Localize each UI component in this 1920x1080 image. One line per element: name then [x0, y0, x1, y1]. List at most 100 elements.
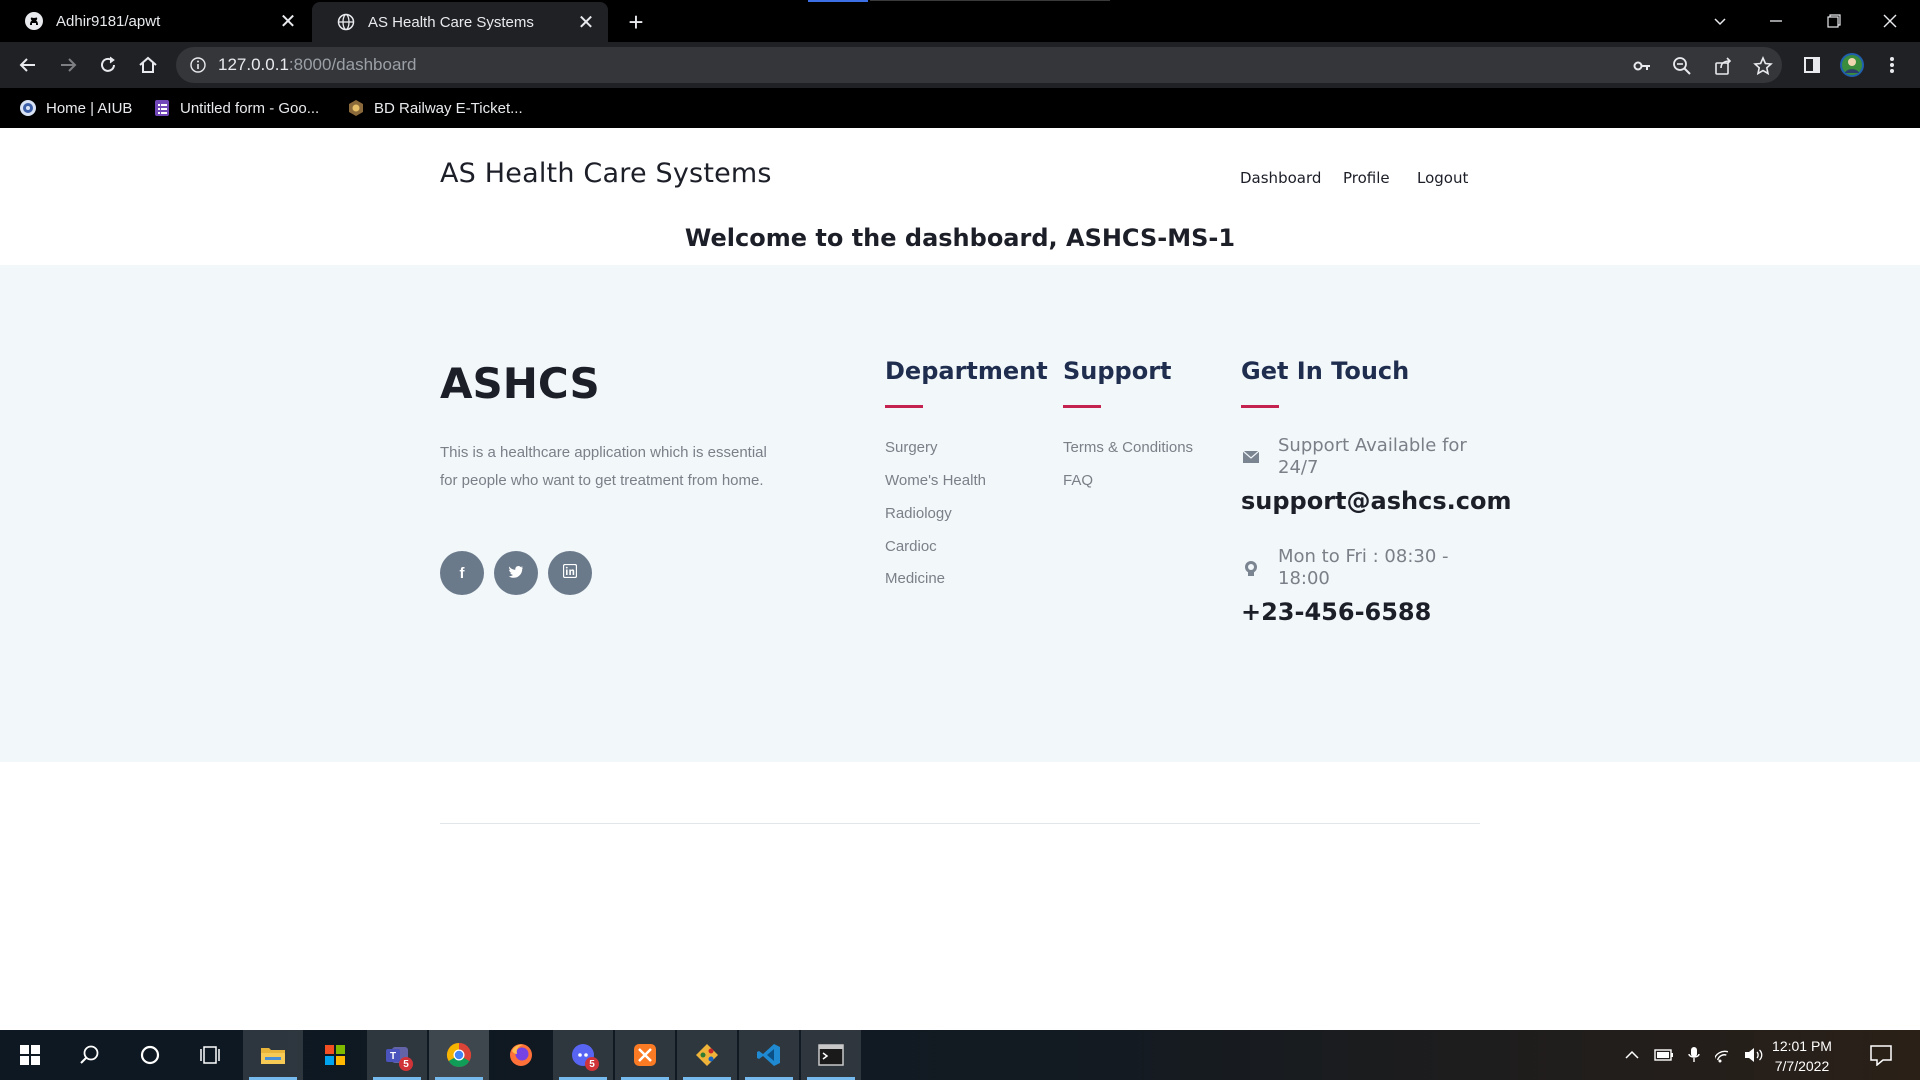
contact-title-underline [1241, 405, 1279, 408]
url-host: 127.0.0.1 [218, 55, 289, 74]
terminal-icon[interactable] [801, 1030, 861, 1080]
back-icon[interactable] [12, 49, 44, 81]
nav-dashboard[interactable]: Dashboard [1240, 169, 1321, 187]
support-phone[interactable]: +23-456-6588 [1241, 598, 1431, 626]
linkedin-button[interactable] [548, 551, 592, 595]
tab-title: Adhir9181/apwt [56, 12, 161, 30]
support-availability-text: Support Available for 24/7 [1278, 435, 1467, 478]
department-link-surgery[interactable]: Surgery [885, 439, 938, 456]
discord-icon[interactable]: 5 [553, 1030, 613, 1080]
site-footer: ASHCS This is a healthcare application w… [0, 265, 1920, 824]
file-explorer-icon[interactable] [243, 1030, 303, 1080]
close-icon[interactable]: ✕ [276, 9, 300, 33]
volume-icon[interactable] [1744, 1045, 1764, 1065]
battery-icon[interactable] [1654, 1045, 1674, 1065]
tab-loading-indicator [808, 0, 868, 2]
home-icon[interactable] [132, 49, 164, 81]
google-forms-icon [152, 98, 172, 118]
system-clock[interactable]: 12:01 PM 7/7/2022 [1762, 1036, 1842, 1076]
windows-taskbar: T 5 5 12:01 PM 7/7/2022 [0, 1030, 1920, 1080]
department-link-cardiac[interactable]: Cardioc [885, 538, 937, 555]
windows-icon [20, 1045, 40, 1065]
vscode-icon[interactable] [739, 1030, 799, 1080]
department-link-medicine[interactable]: Medicine [885, 570, 945, 587]
key-icon[interactable] [1631, 55, 1653, 77]
task-view-icon[interactable] [180, 1030, 240, 1080]
bookmark-label: Untitled form - Goo... [180, 99, 320, 117]
bookmarks-bar: Home | AIUB Untitled form - Goo... BD Ra… [0, 88, 1920, 128]
teams-badge: 5 [399, 1057, 413, 1071]
new-tab-button[interactable]: + [622, 7, 650, 37]
side-panel-icon[interactable] [1796, 49, 1828, 81]
minimize-icon[interactable] [1748, 0, 1804, 42]
chrome-icon[interactable] [429, 1030, 489, 1080]
support-link-terms[interactable]: Terms & Conditions [1063, 439, 1193, 456]
svg-text:T: T [390, 1051, 396, 1062]
bookmark-star-icon[interactable] [1752, 55, 1774, 77]
tab-search-icon[interactable] [1692, 0, 1748, 42]
git-gui-icon[interactable] [677, 1030, 737, 1080]
support-link-faq[interactable]: FAQ [1063, 472, 1093, 489]
browser-tab-strip: Adhir9181/apwt ✕ AS Health Care Systems … [0, 0, 1920, 42]
menu-kebab-icon[interactable] [1876, 49, 1908, 81]
teams-icon[interactable]: T 5 [367, 1030, 427, 1080]
share-icon[interactable] [1712, 55, 1734, 77]
notifications-icon[interactable] [1868, 1043, 1894, 1067]
department-title: Department [885, 357, 1048, 385]
github-icon [24, 11, 44, 31]
tab-title: AS Health Care Systems [368, 13, 534, 31]
url-text[interactable]: 127.0.0.1:8000/dashboard [218, 55, 417, 75]
profile-avatar[interactable] [1836, 49, 1868, 81]
search-icon[interactable] [60, 1030, 120, 1080]
chevron-up-icon[interactable] [1622, 1045, 1642, 1065]
firefox-icon[interactable] [491, 1030, 551, 1080]
twitter-button[interactable] [494, 551, 538, 595]
page-content: AS Health Care Systems Dashboard Profile… [0, 128, 1920, 1030]
footer-divider [440, 823, 1480, 824]
site-header: AS Health Care Systems Dashboard Profile… [0, 128, 1920, 265]
tab-as-health-care[interactable]: AS Health Care Systems ✕ [312, 2, 608, 42]
microphone-icon[interactable] [1684, 1045, 1704, 1065]
support-title-underline [1063, 405, 1101, 408]
bookmark-bd-railway[interactable]: BD Railway E-Ticket... [346, 96, 523, 120]
address-bar[interactable]: 127.0.0.1:8000/dashboard [176, 47, 1782, 83]
tab-github[interactable]: Adhir9181/apwt ✕ [0, 0, 310, 42]
discord-badge: 5 [585, 1057, 599, 1071]
department-link-womens-health[interactable]: Wome's Health [885, 472, 986, 489]
aiub-icon [18, 98, 38, 118]
department-link-radiology[interactable]: Radiology [885, 505, 952, 522]
bookmark-label: BD Railway E-Ticket... [374, 99, 523, 117]
facebook-icon: f [459, 564, 465, 582]
close-icon[interactable]: ✕ [574, 10, 598, 34]
clock-icon [1241, 558, 1261, 578]
twitter-icon [508, 565, 523, 582]
site-brand[interactable]: AS Health Care Systems [440, 158, 772, 189]
bookmark-home-aiub[interactable]: Home | AIUB [18, 96, 132, 120]
bookmark-untitled-form[interactable]: Untitled form - Goo... [152, 96, 319, 120]
support-email[interactable]: support@ashcs.com [1241, 487, 1511, 515]
footer-description: This is a healthcare application which i… [440, 444, 767, 489]
nav-logout[interactable]: Logout [1417, 169, 1468, 187]
wifi-icon[interactable] [1714, 1045, 1734, 1065]
clock-time: 12:01 PM [1772, 1038, 1832, 1054]
support-title: Support [1063, 357, 1172, 385]
linkedin-icon [562, 563, 578, 582]
cortana-icon[interactable] [120, 1030, 180, 1080]
forward-icon[interactable] [52, 49, 84, 81]
zoom-icon[interactable] [1671, 55, 1693, 77]
reload-icon[interactable] [92, 49, 124, 81]
facebook-button[interactable]: f [440, 551, 484, 595]
bookmark-label: Home | AIUB [46, 99, 133, 117]
globe-icon [336, 12, 356, 32]
url-path: :8000/dashboard [288, 55, 417, 74]
start-button[interactable] [0, 1030, 60, 1080]
site-info-icon[interactable] [188, 55, 208, 75]
microsoft-store-icon[interactable] [305, 1030, 365, 1080]
footer-logo[interactable]: ASHCS [440, 359, 600, 408]
browser-toolbar: 127.0.0.1:8000/dashboard [0, 42, 1920, 88]
window-close-icon[interactable] [1862, 0, 1918, 42]
nav-profile[interactable]: Profile [1343, 169, 1390, 187]
restore-icon[interactable] [1806, 0, 1862, 42]
xampp-icon[interactable] [615, 1030, 675, 1080]
contact-title: Get In Touch [1241, 357, 1410, 385]
